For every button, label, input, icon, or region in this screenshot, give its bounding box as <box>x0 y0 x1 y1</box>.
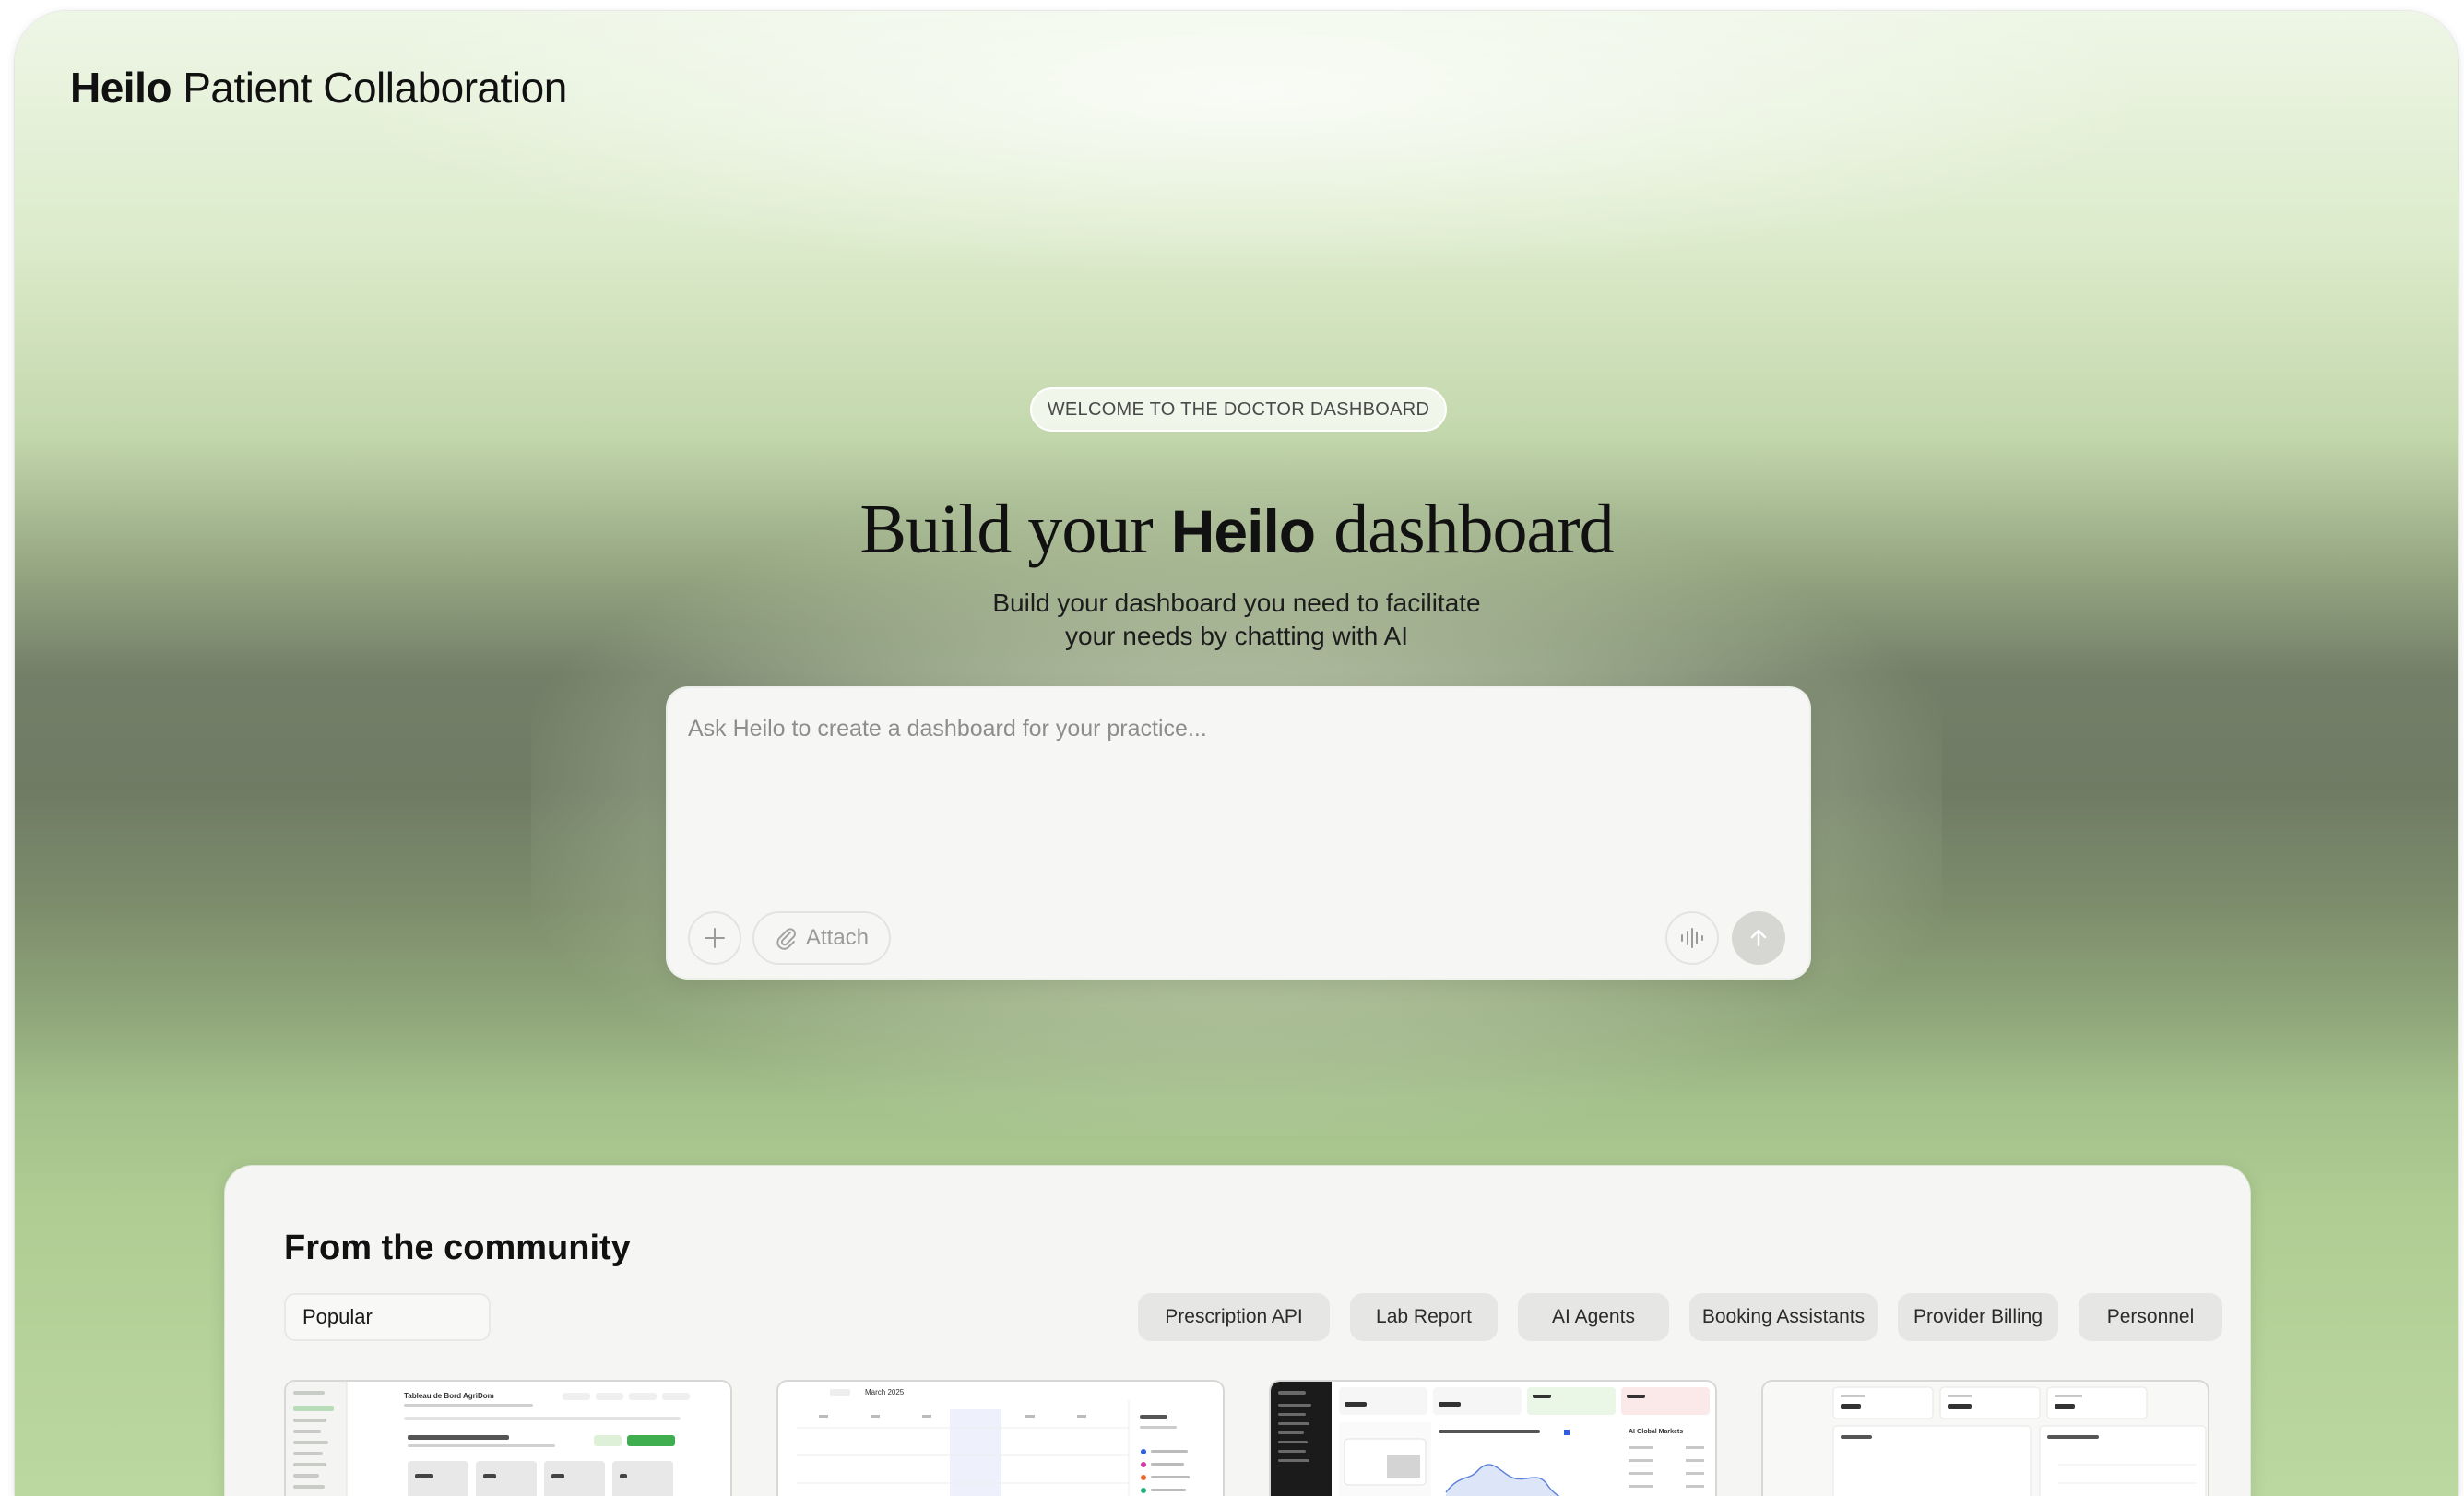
card-thumbnail: March 2025 <box>778 1382 1223 1496</box>
category-ai-agents[interactable]: AI Agents <box>1518 1293 1669 1341</box>
subtitle-line-2: your needs by chatting with AI <box>1065 622 1408 650</box>
category-provider-billing[interactable]: Provider Billing <box>1898 1293 2058 1341</box>
brand-product: Patient Collaboration <box>183 64 567 112</box>
add-button[interactable] <box>688 911 741 965</box>
audio-waveform-icon <box>1681 928 1703 948</box>
app-window: Heilo Patient Collaboration WELCOME TO T… <box>15 11 2458 1496</box>
category-lab-report[interactable]: Lab Report <box>1350 1293 1498 1341</box>
voice-input-button[interactable] <box>1665 911 1719 965</box>
template-card[interactable]: AI Global Markets <box>1269 1380 1717 1496</box>
attach-button[interactable]: Attach <box>752 911 891 965</box>
sort-value: Popular <box>302 1305 373 1328</box>
sort-dropdown[interactable]: Popular <box>284 1293 491 1341</box>
card-thumbnail: Tableau de Bord AgriDom <box>286 1382 730 1496</box>
community-title: From the community <box>284 1229 631 1267</box>
attach-label: Attach <box>805 925 870 950</box>
card-title: March 2025 <box>865 1388 905 1396</box>
prompt-input[interactable] <box>688 716 1785 882</box>
page-title: Build your Heilo dashboard <box>15 489 2458 570</box>
brand-name: Heilo <box>70 64 172 112</box>
template-card[interactable]: March 2025 <box>776 1380 1225 1496</box>
subtitle-line-1: Build your dashboard you need to facilit… <box>992 588 1481 617</box>
plus-icon <box>705 928 725 948</box>
welcome-badge: WELCOME TO THE DOCTOR DASHBOARD <box>1030 387 1447 432</box>
card-thumbnail <box>1763 1382 2208 1496</box>
headline-suffix: dashboard <box>1333 491 1614 568</box>
template-card[interactable]: Tableau de Bord AgriDom <box>284 1380 732 1496</box>
category-personnel[interactable]: Personnel <box>2079 1293 2222 1341</box>
template-card[interactable] <box>1761 1380 2209 1496</box>
category-booking-assistants[interactable]: Booking Assistants <box>1689 1293 1878 1341</box>
card-title: AI Global Markets <box>1629 1429 1683 1435</box>
card-title: Tableau de Bord AgriDom <box>404 1392 494 1400</box>
send-button[interactable] <box>1732 911 1785 965</box>
brand-logo[interactable]: Heilo Patient Collaboration <box>70 63 567 113</box>
prompt-box: Attach <box>668 688 1809 978</box>
headline-prefix: Build your <box>859 491 1153 568</box>
category-prescription-api[interactable]: Prescription API <box>1138 1293 1330 1341</box>
headline-brand: Heilo <box>1170 497 1316 565</box>
card-thumbnail: AI Global Markets <box>1271 1382 1715 1496</box>
community-section: From the community Popular Prescription … <box>225 1166 2250 1496</box>
paperclip-icon <box>776 928 796 950</box>
arrow-up-icon <box>1750 929 1767 947</box>
